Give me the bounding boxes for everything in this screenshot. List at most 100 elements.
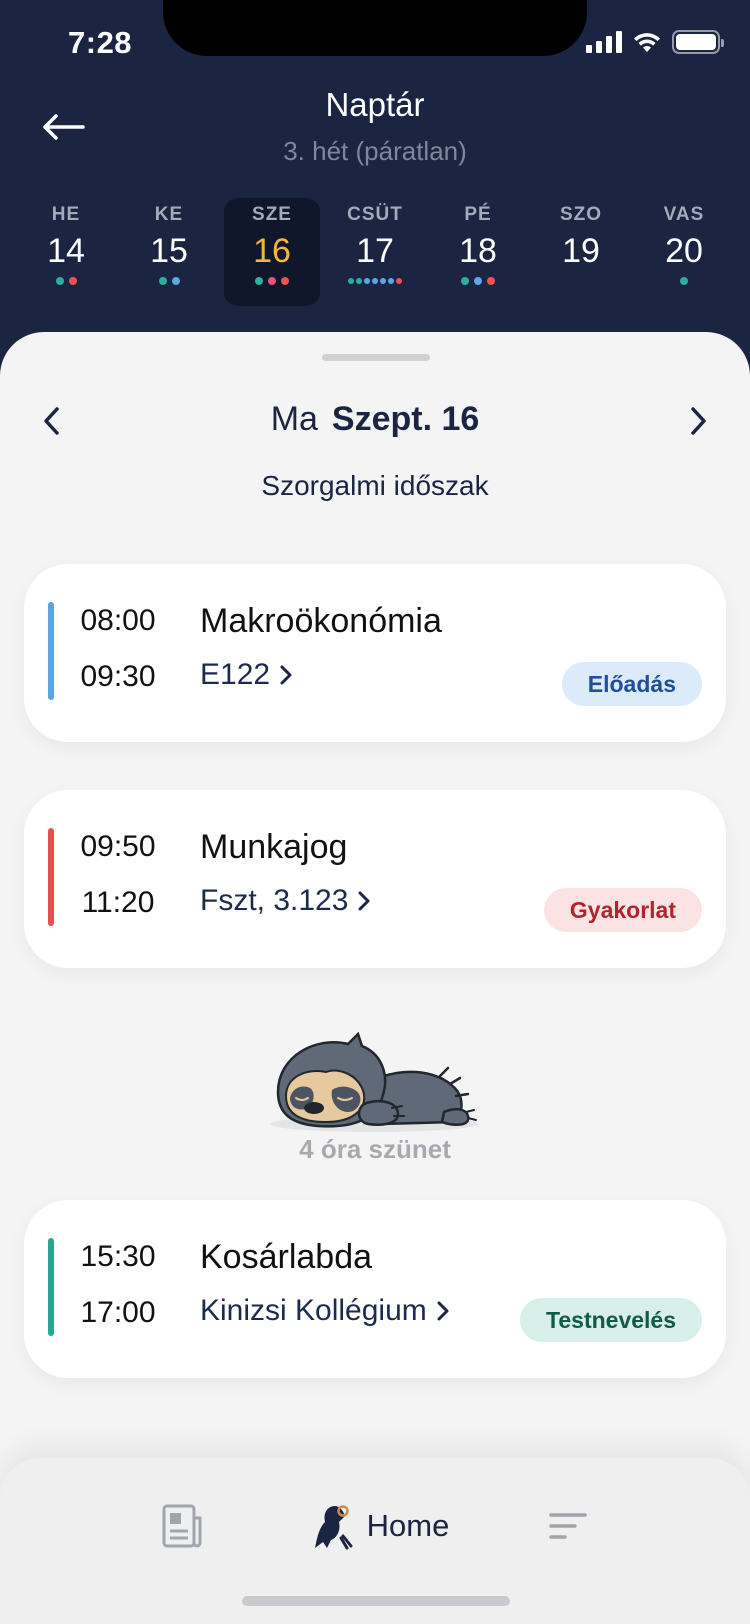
- event-dot: [396, 278, 402, 284]
- bird-logo-icon: [314, 1505, 353, 1550]
- event-dots: [55, 277, 77, 285]
- lesson-type-badge: Előadás: [561, 662, 702, 706]
- lesson-location: E122: [200, 658, 271, 691]
- lesson-start-time: 09:50: [80, 830, 156, 863]
- event-dot: [356, 278, 362, 284]
- day-sunday[interactable]: VAS 20: [636, 198, 732, 306]
- lesson-start-time: 15:30: [80, 1240, 156, 1273]
- event-dot: [268, 277, 276, 285]
- tab-menu[interactable]: [536, 1498, 600, 1554]
- day-monday[interactable]: HE 14: [18, 198, 114, 306]
- lesson-end-time: 17:00: [80, 1296, 156, 1329]
- event-dot: [348, 278, 354, 284]
- menu-icon: [549, 1513, 587, 1539]
- chevron-right-icon: [358, 891, 370, 911]
- break-duration: 4 óra szünet: [299, 1134, 451, 1164]
- home-indicator[interactable]: [242, 1596, 510, 1606]
- day-number: 19: [562, 232, 600, 270]
- day-name: KE: [154, 204, 184, 225]
- lesson-accent-bar: [48, 1238, 54, 1336]
- event-dot: [680, 277, 688, 285]
- period-label: Szorgalmi időszak: [261, 470, 489, 501]
- tab-home-label: Home: [366, 1508, 450, 1543]
- lesson-card[interactable]: 08:00 09:30 Makroökonómia E122 Előadás: [24, 564, 726, 742]
- week-subtitle: 3. hét (páratlan): [283, 136, 467, 166]
- day-name: PÉ: [464, 204, 492, 225]
- day-number: 15: [150, 232, 188, 270]
- event-dot: [474, 277, 482, 285]
- day-number: 18: [459, 232, 497, 270]
- lesson-card[interactable]: 15:30 17:00 Kosárlabda Kinizsi Kollégium…: [24, 1200, 726, 1378]
- day-name: HE: [51, 204, 81, 225]
- wifi-icon: [634, 33, 660, 52]
- newspaper-icon: [162, 1504, 202, 1548]
- lesson-location: Fszt, 3.123: [200, 884, 349, 917]
- cellular-signal-icon: [586, 31, 622, 53]
- event-dot: [158, 277, 167, 285]
- sleeping-sloth-illustration: [270, 1032, 478, 1132]
- status-icons: [586, 30, 724, 54]
- lesson-end-time: 09:30: [80, 660, 156, 693]
- event-dot: [255, 277, 263, 285]
- event-dot: [55, 277, 64, 285]
- tab-news[interactable]: [150, 1498, 214, 1554]
- day-number: 20: [665, 232, 703, 270]
- lesson-title: Munkajog: [200, 828, 348, 866]
- day-name: VAS: [663, 204, 705, 225]
- battery-icon: [672, 30, 724, 54]
- lesson-title: Makroökonómia: [200, 602, 442, 640]
- lesson-location-link[interactable]: E122: [200, 658, 292, 692]
- tab-home[interactable]: Home: [296, 1498, 466, 1554]
- day-sheet: Ma Szept. 16 Szorgalmi időszak 08:00 09:3…: [0, 332, 750, 1624]
- date-prefix: Ma: [270, 400, 318, 438]
- event-dot: [68, 277, 77, 285]
- date-label: Szept. 16: [331, 400, 480, 438]
- event-dot: [364, 278, 370, 284]
- lesson-end-time: 11:20: [81, 886, 155, 919]
- event-dots: [255, 277, 289, 285]
- day-name: CSÜT: [347, 204, 403, 225]
- bottom-tab-bar: Home: [0, 1458, 750, 1624]
- event-dots: [158, 277, 180, 285]
- device-notch: [163, 0, 587, 56]
- lesson-type-badge: Gyakorlat: [543, 888, 702, 932]
- lesson-accent-bar: [48, 602, 54, 700]
- lesson-type-badge: Testnevelés: [520, 1298, 702, 1342]
- sheet-drag-handle[interactable]: [322, 354, 430, 361]
- event-dots: [348, 277, 402, 285]
- day-saturday[interactable]: SZO 19: [533, 198, 629, 306]
- lesson-card[interactable]: 09:50 11:20 Munkajog Fszt, 3.123 Gyakorl…: [24, 790, 726, 968]
- page-title: Naptár: [325, 86, 425, 123]
- event-dot: [281, 277, 289, 285]
- current-date: Ma Szept. 16: [0, 400, 750, 439]
- event-dot: [372, 278, 378, 284]
- week-strip: HE 14 KE 15 SZE 16 CSÜT 17 PÉ 18 SZO 19: [18, 198, 732, 306]
- event-dots: [461, 277, 495, 285]
- lesson-start-time: 08:00: [80, 604, 156, 637]
- day-tuesday[interactable]: KE 15: [121, 198, 217, 306]
- chevron-right-icon: [437, 1301, 449, 1321]
- lesson-location: Kinizsi Kollégium: [200, 1294, 427, 1327]
- day-friday[interactable]: PÉ 18: [430, 198, 526, 306]
- day-name: SZO: [559, 204, 603, 225]
- event-dot: [487, 277, 495, 285]
- next-day-button[interactable]: [672, 394, 726, 448]
- status-time: 7:28: [68, 25, 133, 60]
- day-name: SZE: [252, 204, 292, 225]
- event-dot: [461, 277, 469, 285]
- chevron-right-icon: [280, 665, 292, 685]
- event-dot: [171, 277, 180, 285]
- event-dot: [388, 278, 394, 284]
- header: 7:28 Naptár 3. hét (páratlan) HE 14 KE 1…: [0, 0, 750, 380]
- day-number: 16: [253, 232, 291, 270]
- event-dot: [380, 278, 386, 284]
- day-number: 17: [356, 232, 394, 270]
- event-dots: [680, 277, 688, 285]
- lesson-accent-bar: [48, 828, 54, 926]
- lesson-location-link[interactable]: Fszt, 3.123: [200, 884, 370, 918]
- day-number: 14: [47, 232, 85, 270]
- chevron-right-icon: [691, 407, 706, 435]
- lesson-location-link[interactable]: Kinizsi Kollégium: [200, 1294, 449, 1328]
- day-thursday[interactable]: CSÜT 17: [327, 198, 423, 306]
- day-wednesday-selected[interactable]: SZE 16: [224, 198, 320, 306]
